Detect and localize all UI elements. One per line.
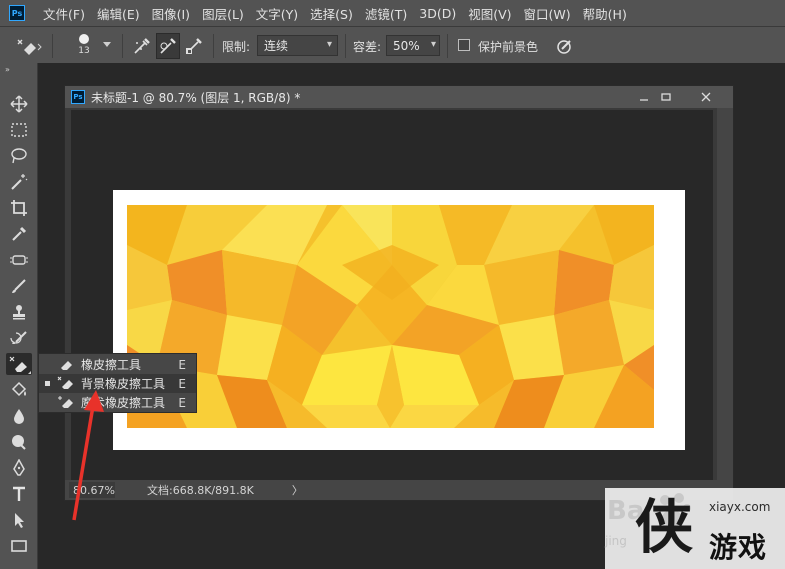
maximize-icon[interactable] bbox=[657, 89, 675, 105]
shortcut-key: E bbox=[178, 395, 186, 410]
tolerance-label: 容差: bbox=[353, 40, 382, 54]
collapse-toolbox-icon[interactable]: » bbox=[5, 65, 10, 74]
eraser-icon bbox=[57, 356, 75, 372]
brush-size-picker[interactable]: 13 bbox=[70, 31, 98, 59]
menu-bar: Ps 文件(F) 编辑(E) 图像(I) 图层(L) 文字(Y) 选择(S) 滤… bbox=[0, 0, 785, 26]
background-eraser-icon bbox=[17, 39, 42, 55]
menu-file[interactable]: 文件(F) bbox=[37, 4, 91, 23]
tolerance-input[interactable]: 50% ▾ bbox=[386, 35, 440, 56]
menu-layer[interactable]: 图层(L) bbox=[196, 4, 250, 23]
healing-brush-tool-icon[interactable] bbox=[6, 249, 32, 271]
photoshop-document-icon: Ps bbox=[71, 90, 85, 104]
pressure-icon[interactable] bbox=[552, 35, 576, 57]
tool-group-corner-icon bbox=[28, 371, 31, 374]
menu-3d[interactable]: 3D(D) bbox=[413, 6, 462, 21]
crop-tool-icon[interactable] bbox=[6, 197, 32, 219]
photoshop-logo-icon: Ps bbox=[9, 5, 25, 21]
shortcut-key: E bbox=[178, 376, 186, 391]
stamp-tool-icon[interactable] bbox=[6, 301, 32, 323]
chevron-down-icon: ▾ bbox=[430, 39, 436, 50]
chevron-down-icon: ▾ bbox=[326, 39, 332, 50]
lasso-tool-icon[interactable] bbox=[6, 145, 32, 167]
shortcut-key: E bbox=[178, 357, 186, 372]
pen-tool-icon[interactable] bbox=[6, 457, 32, 479]
menu-select[interactable]: 选择(S) bbox=[304, 4, 359, 23]
canvas-area[interactable] bbox=[71, 110, 713, 480]
sampling-once-icon[interactable] bbox=[156, 33, 180, 59]
history-brush-tool-icon[interactable] bbox=[6, 327, 32, 349]
red-annotation-arrow bbox=[72, 390, 104, 521]
move-tool-icon[interactable] bbox=[6, 93, 32, 115]
menu-filter[interactable]: 滤镜(T) bbox=[359, 4, 413, 23]
menu-help[interactable]: 帮助(H) bbox=[577, 4, 633, 23]
menu-image[interactable]: 图像(I) bbox=[146, 4, 196, 23]
dodge-tool-icon[interactable] bbox=[6, 431, 32, 453]
yellow-polygon-artwork bbox=[127, 205, 654, 428]
flyout-item-eraser[interactable]: 橡皮擦工具 E bbox=[39, 355, 196, 374]
document-title: 未标题-1 @ 80.7% (图层 1, RGB/8) * bbox=[91, 90, 301, 105]
document-canvas[interactable] bbox=[113, 190, 685, 450]
marquee-tool-icon[interactable] bbox=[6, 119, 32, 141]
watermark-brand: 游戏 bbox=[709, 531, 768, 564]
magic-wand-tool-icon[interactable] bbox=[6, 171, 32, 193]
flyout-item-label: 橡皮擦工具 bbox=[81, 358, 142, 372]
watermark: Ba jing 侠 xiayx.com 游戏 bbox=[605, 488, 785, 569]
menu-edit[interactable]: 编辑(E) bbox=[91, 4, 146, 23]
path-selection-tool-icon[interactable] bbox=[6, 509, 32, 531]
background-eraser-icon bbox=[57, 375, 75, 391]
protect-foreground-checkbox[interactable] bbox=[458, 39, 470, 51]
blur-tool-icon[interactable] bbox=[6, 405, 32, 427]
menu-view[interactable]: 视图(V) bbox=[462, 4, 517, 23]
document-window: Ps 未标题-1 @ 80.7% (图层 1, RGB/8) * 80.67% … bbox=[64, 85, 734, 501]
watermark-site: xiayx.com bbox=[709, 500, 771, 514]
protect-foreground-label: 保护前景色 bbox=[478, 40, 539, 54]
watermark-logo-character: 侠 bbox=[635, 493, 694, 561]
document-size-info: 文档:668.8K/891.8K bbox=[147, 484, 254, 497]
type-tool-icon[interactable] bbox=[6, 483, 32, 505]
limit-select[interactable]: 连续 ▾ bbox=[257, 35, 338, 56]
menu-type[interactable]: 文字(Y) bbox=[250, 4, 304, 23]
status-menu-arrow-icon[interactable]: 〉 bbox=[292, 482, 303, 498]
eyedropper-tool-icon[interactable] bbox=[6, 223, 32, 245]
sampling-continuous-icon[interactable] bbox=[130, 35, 154, 57]
close-icon[interactable] bbox=[697, 89, 715, 105]
brush-size-value: 13 bbox=[78, 46, 90, 56]
menu-window[interactable]: 窗口(W) bbox=[518, 4, 577, 23]
limit-label: 限制: bbox=[222, 40, 251, 54]
document-titlebar[interactable]: Ps 未标题-1 @ 80.7% (图层 1, RGB/8) * bbox=[65, 86, 733, 108]
selected-indicator-icon bbox=[45, 381, 50, 386]
vertical-scrollbar[interactable] bbox=[717, 108, 733, 480]
brush-dot-icon bbox=[79, 34, 89, 44]
minimize-icon[interactable] bbox=[635, 89, 653, 105]
limit-select-value: 连续 bbox=[264, 39, 289, 53]
sampling-background-swatch-icon[interactable] bbox=[182, 35, 206, 57]
rectangle-tool-icon[interactable] bbox=[6, 535, 32, 557]
eraser-tool-icon[interactable] bbox=[6, 353, 32, 375]
toolbox: » bbox=[0, 63, 38, 569]
brush-tool-icon[interactable] bbox=[6, 275, 32, 297]
paint-bucket-tool-icon[interactable] bbox=[6, 379, 32, 401]
watermark-jingyan-text: jing bbox=[605, 534, 627, 548]
tolerance-value: 50% bbox=[393, 38, 420, 53]
options-bar: 13 限制: 连续 ▾ 容差: 50% ▾ 保护前景色 bbox=[0, 26, 785, 63]
tool-preset-picker[interactable] bbox=[14, 35, 44, 57]
chevron-down-icon[interactable] bbox=[101, 39, 113, 51]
